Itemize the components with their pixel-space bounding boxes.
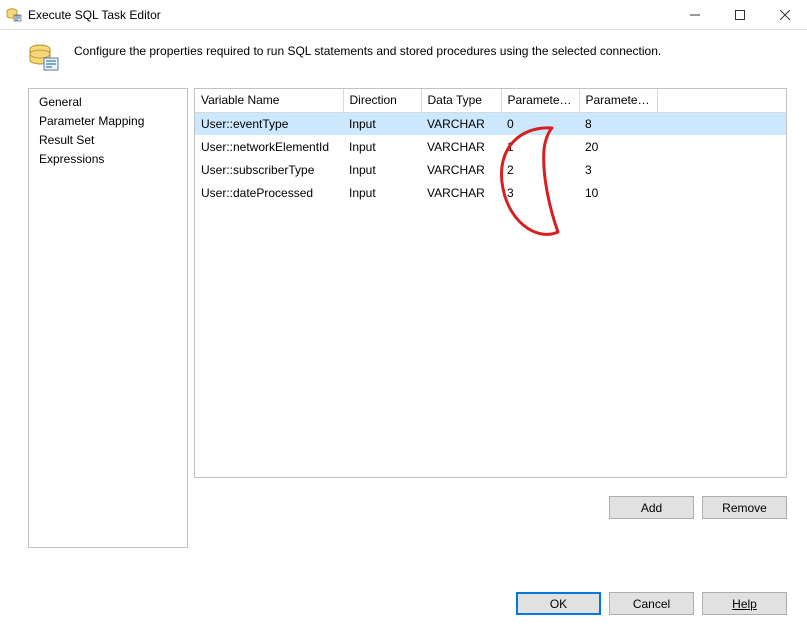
col-data-type[interactable]: Data Type	[421, 89, 501, 112]
cell-data-type[interactable]: VARCHAR	[421, 158, 501, 181]
minimize-button[interactable]	[672, 0, 717, 30]
parameter-grid[interactable]: Variable Name Direction Data Type Parame…	[194, 88, 787, 478]
app-icon	[6, 7, 22, 23]
cell-filler	[657, 158, 786, 181]
cell-data-type[interactable]: VARCHAR	[421, 181, 501, 204]
cell-parameter-size[interactable]: 10	[579, 181, 657, 204]
cell-parameter-name[interactable]: 1	[501, 135, 579, 158]
add-button[interactable]: Add	[609, 496, 694, 519]
grid-row[interactable]: User::subscriberTypeInputVARCHAR23	[195, 158, 786, 181]
nav-item-result-set[interactable]: Result Set	[29, 131, 187, 150]
task-icon	[28, 42, 60, 74]
cell-direction[interactable]: Input	[343, 112, 421, 135]
header-description: Configure the properties required to run…	[74, 42, 661, 58]
dialog-footer: OK Cancel Help	[516, 592, 787, 615]
cell-parameter-size[interactable]: 8	[579, 112, 657, 135]
remove-button[interactable]: Remove	[702, 496, 787, 519]
window-controls	[672, 0, 807, 30]
nav-item-expressions[interactable]: Expressions	[29, 150, 187, 169]
nav-item-parameter-mapping[interactable]: Parameter Mapping	[29, 112, 187, 131]
titlebar: Execute SQL Task Editor	[0, 0, 807, 30]
nav-item-general[interactable]: General	[29, 93, 187, 112]
grid-button-row: Add Remove	[194, 478, 787, 519]
cell-filler	[657, 135, 786, 158]
col-direction[interactable]: Direction	[343, 89, 421, 112]
cell-parameter-size[interactable]: 20	[579, 135, 657, 158]
cell-data-type[interactable]: VARCHAR	[421, 135, 501, 158]
header-area: Configure the properties required to run…	[0, 30, 807, 88]
grid-row[interactable]: User::eventTypeInputVARCHAR08	[195, 112, 786, 135]
col-filler	[657, 89, 786, 112]
cancel-button[interactable]: Cancel	[609, 592, 694, 615]
cell-direction[interactable]: Input	[343, 158, 421, 181]
cell-parameter-name[interactable]: 2	[501, 158, 579, 181]
maximize-button[interactable]	[717, 0, 762, 30]
nav-pane: General Parameter Mapping Result Set Exp…	[28, 88, 188, 548]
cell-variable-name[interactable]: User::subscriberType	[195, 158, 343, 181]
cell-parameter-name[interactable]: 3	[501, 181, 579, 204]
cell-variable-name[interactable]: User::eventType	[195, 112, 343, 135]
grid-row[interactable]: User::networkElementIdInputVARCHAR120	[195, 135, 786, 158]
cell-filler	[657, 112, 786, 135]
col-variable-name[interactable]: Variable Name	[195, 89, 343, 112]
cell-direction[interactable]: Input	[343, 135, 421, 158]
cell-variable-name[interactable]: User::networkElementId	[195, 135, 343, 158]
col-parameter-name[interactable]: Parameter ...	[501, 89, 579, 112]
cell-direction[interactable]: Input	[343, 181, 421, 204]
cell-parameter-name[interactable]: 0	[501, 112, 579, 135]
cell-data-type[interactable]: VARCHAR	[421, 112, 501, 135]
grid-row[interactable]: User::dateProcessedInputVARCHAR310	[195, 181, 786, 204]
col-parameter-size[interactable]: Parameter ...	[579, 89, 657, 112]
window-title: Execute SQL Task Editor	[28, 8, 161, 22]
cell-parameter-size[interactable]: 3	[579, 158, 657, 181]
ok-button[interactable]: OK	[516, 592, 601, 615]
grid-header-row: Variable Name Direction Data Type Parame…	[195, 89, 786, 112]
cell-variable-name[interactable]: User::dateProcessed	[195, 181, 343, 204]
close-button[interactable]	[762, 0, 807, 30]
help-button[interactable]: Help	[702, 592, 787, 615]
cell-filler	[657, 181, 786, 204]
